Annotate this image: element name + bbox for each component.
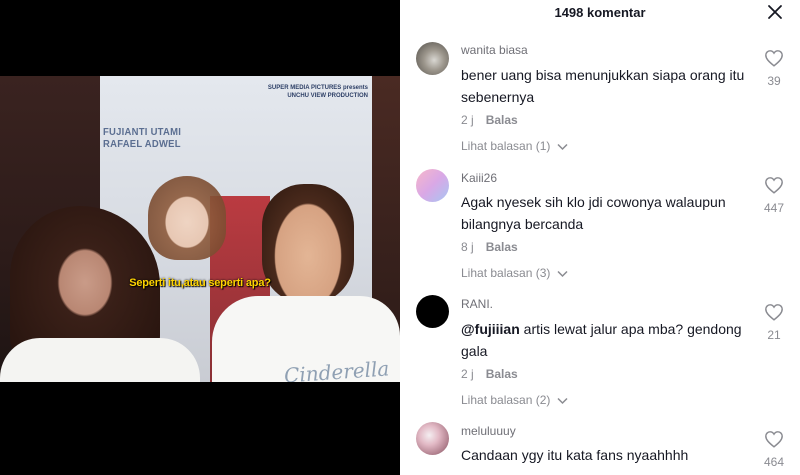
view-replies-button[interactable]: Lihat balasan (2) [461,393,568,407]
like-button[interactable]: 21 [762,303,786,342]
view-replies-button[interactable]: Lihat balasan (3) [461,266,568,280]
chevron-down-icon [557,270,568,278]
heart-outline-icon [765,50,783,67]
heart-outline-icon [765,304,783,321]
avatar[interactable] [416,295,449,328]
comment-time: 8 j [461,240,474,254]
comment-time: 2 j [461,113,474,127]
like-button[interactable]: 39 [762,49,786,88]
video-subtitle: Seperti itu,atau seperti apa? [129,277,271,289]
video-player[interactable]: SUPER MEDIA PICTURES presents UNCHU VIEW… [0,0,400,475]
avatar[interactable] [416,422,449,455]
chevron-down-icon [557,397,568,405]
like-count: 464 [763,455,785,469]
view-replies-button[interactable]: Lihat balasan (1) [461,139,568,153]
poster-cast-names: FUJIANTI UTAMI RAFAEL ADWEL [103,126,182,150]
comments-panel: 1498 komentar wanita biasa bener uang bi… [400,0,800,475]
comments-count-title: 1498 komentar [554,5,646,20]
view-replies-label: Lihat balasan (1) [461,139,551,153]
chevron-down-icon [557,143,568,151]
comment-text: @fujiiian artis lewat jalur apa mba? gen… [461,318,756,362]
view-replies-label: Lihat balasan (2) [461,393,551,407]
poster-brand-text: SUPER MEDIA PICTURES presents UNCHU VIEW… [267,85,368,99]
comment-author[interactable]: RANI. [461,297,493,311]
video-frame[interactable]: SUPER MEDIA PICTURES presents UNCHU VIEW… [0,76,400,382]
comment-meta: 8 j Balas [461,240,518,254]
comment-author[interactable]: meluluuuy [461,424,516,438]
reply-button[interactable]: Balas [486,240,518,254]
avatar[interactable] [416,42,449,75]
reply-button[interactable]: Balas [486,367,518,381]
like-count: 447 [763,201,785,215]
comment-time: 2 j [461,367,474,381]
comment-text: Candaan ygy itu kata fans nyaahhhh [461,447,689,463]
like-button[interactable]: 447 [762,176,786,215]
avatar[interactable] [416,169,449,202]
like-button[interactable]: 464 [762,430,786,469]
comment-meta: 2 j Balas [461,367,518,381]
comment-meta: 2 j Balas [461,113,518,127]
close-icon [768,5,782,19]
comment-text: bener uang bisa menunjukkan siapa orang … [461,67,745,105]
comment-author[interactable]: Kaiii26 [461,171,497,185]
like-count: 39 [767,74,781,88]
like-count: 21 [767,328,781,342]
heart-outline-icon [765,431,783,448]
comment-text: Agak nyesek sih klo jdi cowonya walaupun… [461,194,726,232]
view-replies-label: Lihat balasan (3) [461,266,551,280]
reply-button[interactable]: Balas [486,113,518,127]
person-left-shirt [0,338,200,382]
comment-author[interactable]: wanita biasa [461,43,528,57]
poster-face [148,176,226,260]
close-button[interactable] [765,2,785,22]
mention-link[interactable]: @fujiiian [461,321,520,337]
heart-outline-icon [765,177,783,194]
